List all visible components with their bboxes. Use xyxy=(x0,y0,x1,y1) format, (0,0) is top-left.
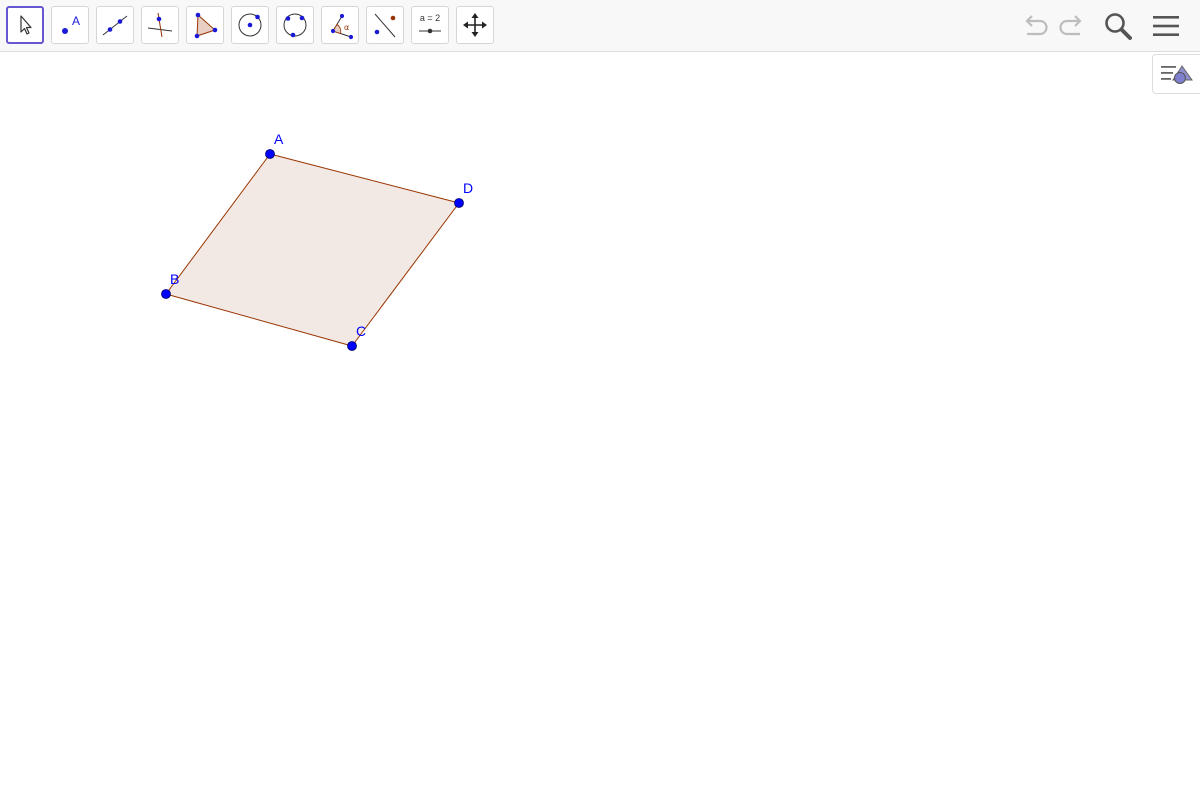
reflect-about-line-icon xyxy=(374,13,396,38)
line-tool-button[interactable] xyxy=(96,6,134,44)
move-tool-button[interactable] xyxy=(6,6,44,44)
move-view-tool-button[interactable] xyxy=(456,6,494,44)
polygon-icon xyxy=(194,12,218,39)
toolbar: A α a = 2 xyxy=(0,0,1200,52)
undo-icon xyxy=(1025,15,1048,36)
circle-tool-button[interactable] xyxy=(231,6,269,44)
menu-icon xyxy=(1153,16,1179,36)
circle-three-points-icon xyxy=(283,13,307,38)
angle-icon: α xyxy=(330,13,354,40)
search-icon xyxy=(1105,13,1132,40)
redo-icon xyxy=(1059,15,1082,36)
slider-tool-button[interactable]: a = 2 xyxy=(411,6,449,44)
graphics-canvas[interactable]: A B C D xyxy=(0,53,1200,800)
angle-tool-glyph: α xyxy=(344,23,349,32)
point-b-label: B xyxy=(170,271,179,287)
point-d[interactable] xyxy=(454,198,464,208)
slider-tool-glyph: a = 2 xyxy=(420,13,440,23)
perpendicular-line-icon xyxy=(147,12,173,38)
point-d-label: D xyxy=(463,180,473,196)
point-tool-button[interactable]: A xyxy=(51,6,89,44)
redo-button[interactable] xyxy=(1054,8,1090,44)
polygon-tool-button[interactable] xyxy=(186,6,224,44)
point-a-label: A xyxy=(274,131,284,147)
graphics-view[interactable]: A B C D xyxy=(0,53,1200,800)
perpendicular-tool-button[interactable] xyxy=(141,6,179,44)
point-icon: A xyxy=(62,14,80,34)
point-c[interactable] xyxy=(347,341,357,351)
circle-three-points-tool-button[interactable] xyxy=(276,6,314,44)
move-graphics-view-icon xyxy=(463,13,487,37)
circle-center-point-icon xyxy=(238,13,262,37)
search-button[interactable] xyxy=(1100,8,1136,44)
reflect-tool-button[interactable] xyxy=(366,6,404,44)
point-b[interactable] xyxy=(161,289,171,299)
point-a[interactable] xyxy=(265,149,275,159)
line-icon xyxy=(102,15,128,36)
point-c-label: C xyxy=(356,323,366,339)
move-arrow-icon xyxy=(20,15,32,35)
point-tool-glyph: A xyxy=(72,14,80,28)
main-menu-button[interactable] xyxy=(1148,8,1184,44)
polygon-adcb[interactable] xyxy=(166,154,459,346)
slider-icon: a = 2 xyxy=(419,13,441,34)
undo-button[interactable] xyxy=(1017,8,1053,44)
angle-tool-button[interactable]: α xyxy=(321,6,359,44)
